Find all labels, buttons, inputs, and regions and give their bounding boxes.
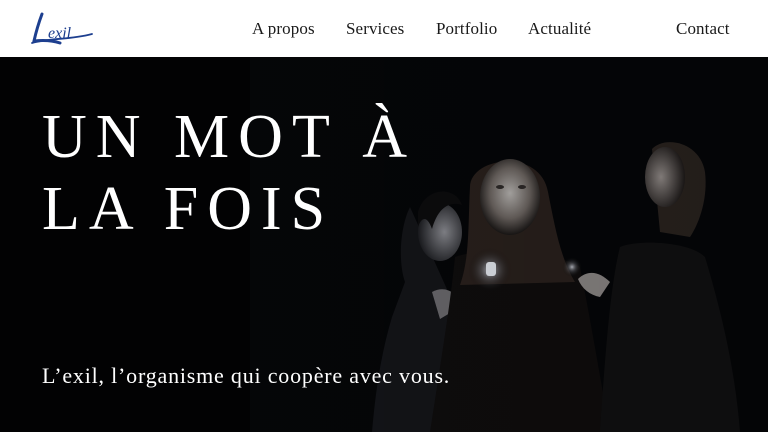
nav-item-portfolio[interactable]: Portfolio (436, 19, 497, 39)
nav-item-news[interactable]: Actualité (528, 19, 591, 39)
hero-section: UN MOT À LA FOIS L’exil, l’organisme qui… (0, 57, 768, 432)
hero-title-line-1: UN MOT À (42, 103, 416, 171)
nav-item-contact[interactable]: Contact (676, 19, 730, 39)
nav-item-services[interactable]: Services (346, 19, 404, 39)
hero-subtitle: L’exil, l’organisme qui coopère avec vou… (42, 363, 451, 388)
hero-title: UN MOT À LA FOIS (42, 101, 416, 245)
hero-title-line-2: LA FOIS (42, 175, 335, 243)
main-nav: A propos Services Portfolio Actualité Co… (0, 0, 768, 57)
site-header: exil A propos Services Portfolio Actuali… (0, 0, 768, 57)
nav-item-about[interactable]: A propos (252, 19, 315, 39)
